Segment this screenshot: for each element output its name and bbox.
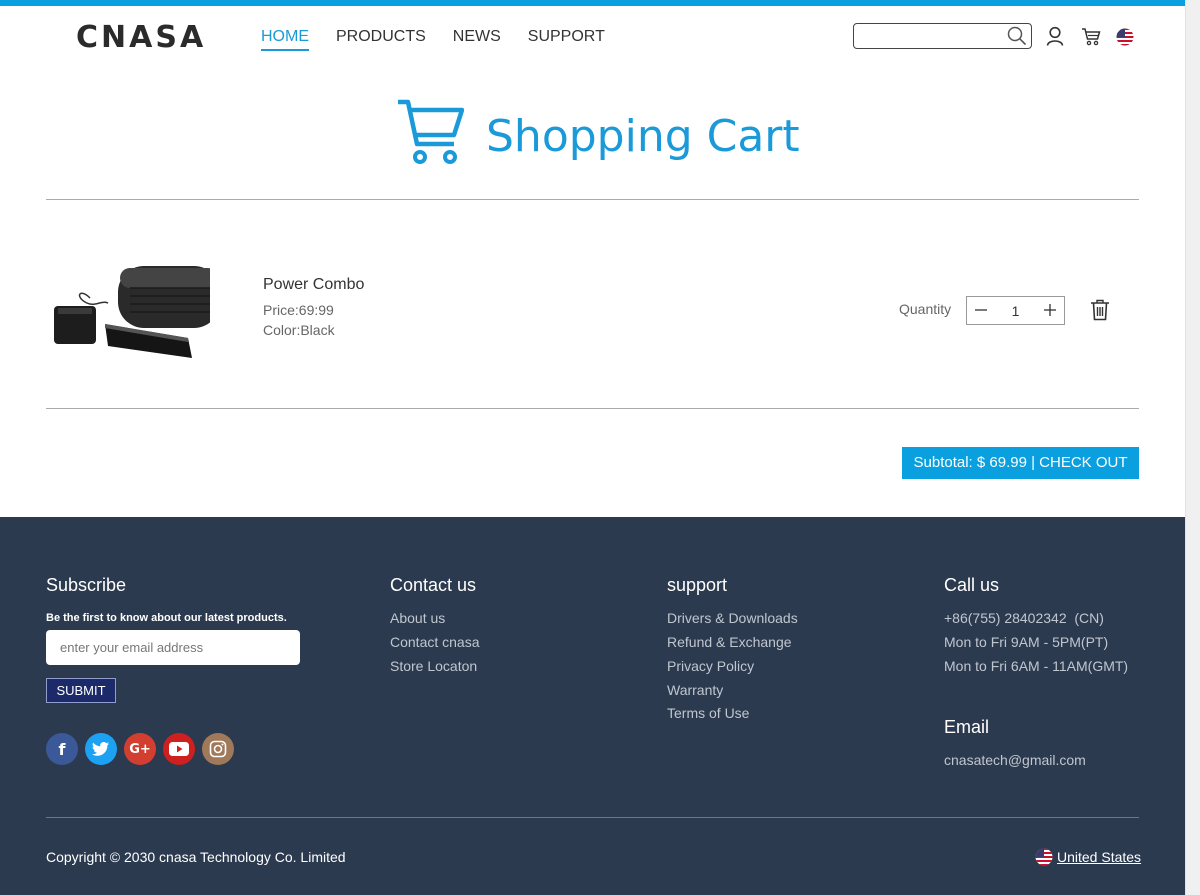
nav-support[interactable]: SUPPORT [528, 28, 605, 51]
divider-top [46, 199, 1139, 200]
search-input[interactable] [860, 24, 1005, 48]
region-selector[interactable]: United States [1035, 848, 1141, 866]
decrement-button[interactable] [967, 297, 995, 324]
us-flag-icon [1035, 848, 1053, 866]
phone-number: +86(755) 28402342 (CN) [944, 610, 1104, 626]
subscribe-subtitle: Be the first to know about our latest pr… [46, 612, 287, 624]
call-heading: Call us [944, 575, 1000, 595]
main-nav: HOME PRODUCTS NEWS SUPPORT [261, 28, 605, 51]
hours-pt: Mon to Fri 9AM - 5PM(PT) [944, 634, 1109, 650]
us-flag-icon[interactable] [1116, 28, 1134, 51]
checkout-button[interactable]: Subtotal: $ 69.99 | CHECK OUT [902, 447, 1139, 479]
trash-icon[interactable] [1090, 299, 1110, 326]
increment-button[interactable] [1036, 297, 1064, 324]
link-contact-cnasa[interactable]: Contact cnasa [390, 634, 480, 650]
email-heading: Email [944, 717, 990, 737]
nav-news[interactable]: NEWS [453, 28, 501, 51]
logo[interactable]: CNASA [76, 20, 206, 55]
link-terms-of-use[interactable]: Terms of Use [667, 705, 749, 721]
link-store-locator[interactable]: Store Locaton [390, 658, 477, 674]
nav-home[interactable]: HOME [261, 28, 309, 51]
google-plus-icon[interactable]: G+ [124, 733, 156, 765]
page-title: Shopping Cart [486, 111, 800, 162]
email-address[interactable]: cnasatech@gmail.com [944, 752, 1086, 768]
link-drivers-downloads[interactable]: Drivers & Downloads [667, 610, 798, 626]
facebook-icon[interactable]: f [46, 733, 78, 765]
instagram-icon[interactable] [202, 733, 234, 765]
product-color: Color:Black [263, 322, 335, 338]
search-box [853, 23, 1032, 49]
link-refund-exchange[interactable]: Refund & Exchange [667, 634, 792, 650]
product-name[interactable]: Power Combo [263, 276, 364, 294]
copyright: Copyright © 2030 cnasa Technology Co. Li… [46, 849, 346, 865]
twitter-icon[interactable] [85, 733, 117, 765]
subscribe-heading: Subscribe [46, 575, 127, 595]
quantity-value[interactable]: 1 [995, 303, 1036, 319]
divider-bottom [46, 408, 1139, 409]
plus-icon [1044, 304, 1056, 316]
cart-icon[interactable] [1081, 26, 1101, 51]
footer: Subscribe Be the first to know about our… [0, 517, 1185, 895]
link-warranty[interactable]: Warranty [667, 682, 723, 698]
quantity-stepper: 1 [966, 296, 1065, 325]
social-links: f G+ [46, 733, 234, 765]
email-field[interactable] [46, 630, 300, 665]
hours-gmt: Mon to Fri 6AM - 11AM(GMT) [944, 658, 1129, 674]
product-image[interactable] [50, 258, 220, 373]
link-privacy-policy[interactable]: Privacy Policy [667, 658, 754, 674]
user-icon[interactable] [1045, 26, 1065, 51]
youtube-icon[interactable] [163, 733, 195, 765]
link-about-us[interactable]: About us [390, 610, 445, 626]
nav-products[interactable]: PRODUCTS [336, 28, 426, 51]
minus-icon [975, 309, 987, 311]
submit-button[interactable]: SUBMIT [46, 678, 116, 703]
page-heading: Shopping Cart [396, 98, 800, 171]
support-heading: support [667, 575, 728, 595]
scrollbar[interactable] [1185, 0, 1200, 895]
footer-divider [46, 817, 1139, 818]
region-label[interactable]: United States [1057, 849, 1141, 865]
search-icon[interactable] [1007, 26, 1027, 51]
main-page: CNASA HOME PRODUCTS NEWS SUPPORT Shoppin… [0, 6, 1185, 517]
product-price: Price:69:99 [263, 302, 334, 318]
shopping-cart-icon [396, 98, 465, 171]
quantity-label: Quantity [899, 301, 952, 317]
contact-heading: Contact us [390, 575, 477, 595]
